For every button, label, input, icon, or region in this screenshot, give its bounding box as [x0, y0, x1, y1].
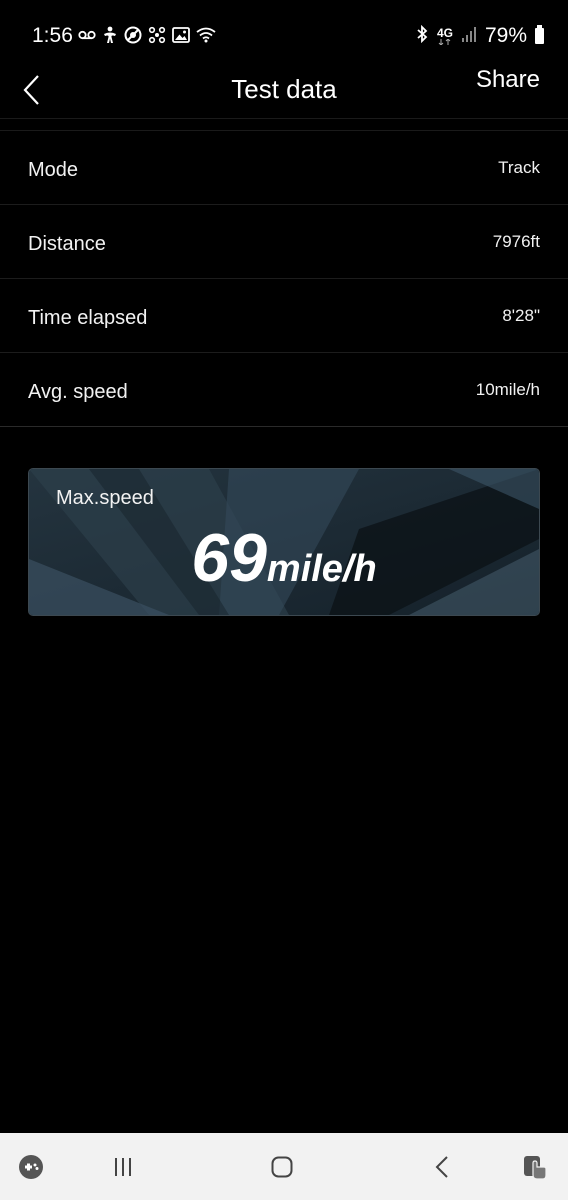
bluetooth-icon — [415, 24, 429, 48]
status-bar: 1:56 4G 79% — [0, 0, 568, 70]
stat-row-mode: Mode Track — [0, 131, 568, 205]
share-button[interactable]: Share — [476, 66, 540, 94]
stat-label: Avg. speed — [28, 381, 128, 403]
assistant-button[interactable] — [518, 1150, 552, 1184]
system-nav-bar — [0, 1133, 568, 1200]
network-label: 4G — [436, 26, 453, 40]
stat-label: Mode — [28, 159, 79, 181]
status-notification-icons — [78, 26, 216, 49]
stats-list: Mode Track Distance 7976ft Time elapsed … — [0, 131, 568, 427]
status-system-icons: 4G 79% — [415, 24, 544, 48]
stat-value: 8'28" — [502, 306, 540, 325]
header-divider — [0, 118, 568, 119]
stat-value: 10mile/h — [475, 380, 540, 399]
stat-row-avg-speed: Avg. speed 10mile/h — [0, 353, 568, 427]
max-speed-label: Max.speed — [56, 487, 154, 509]
stat-value: 7976ft — [492, 232, 540, 251]
game-launcher-icon — [19, 1155, 43, 1179]
status-time: 1:56 — [32, 24, 73, 47]
back-icon — [435, 1156, 448, 1178]
max-speed-unit: mile/h — [266, 548, 377, 590]
wifi-icon — [196, 27, 216, 48]
voicemail-icon — [78, 28, 96, 47]
stat-value: Track — [498, 158, 540, 177]
home-button[interactable] — [265, 1150, 299, 1184]
signal-icon — [461, 26, 477, 47]
max-speed-value: 69 — [191, 520, 267, 596]
battery-icon — [535, 25, 544, 44]
do-not-disturb-icon — [124, 26, 142, 49]
screen: 1:56 4G 79% Test data Share Mode Track D… — [0, 0, 568, 1200]
accessibility-icon — [102, 26, 118, 49]
recent-apps-button[interactable] — [106, 1150, 140, 1184]
home-icon — [271, 1156, 293, 1178]
stat-row-distance: Distance 7976ft — [0, 205, 568, 279]
max-speed-card: Max.speed 69mile/h — [28, 468, 540, 616]
stat-row-time-elapsed: Time elapsed 8'28" — [0, 279, 568, 353]
assistant-icon — [524, 1156, 547, 1180]
gallery-icon — [172, 27, 190, 48]
battery-percent: 79% — [484, 24, 527, 47]
4g-lte-icon: 4G — [437, 27, 453, 45]
recent-apps-icon — [115, 1158, 131, 1176]
max-speed-readout: 69mile/h — [29, 519, 539, 597]
stat-label: Time elapsed — [28, 307, 148, 329]
bluetooth-share-icon — [148, 26, 166, 49]
game-launcher-button[interactable] — [14, 1150, 48, 1184]
nav-back-button[interactable] — [425, 1150, 459, 1184]
stat-label: Distance — [28, 233, 106, 255]
app-header: Test data Share — [0, 66, 568, 116]
